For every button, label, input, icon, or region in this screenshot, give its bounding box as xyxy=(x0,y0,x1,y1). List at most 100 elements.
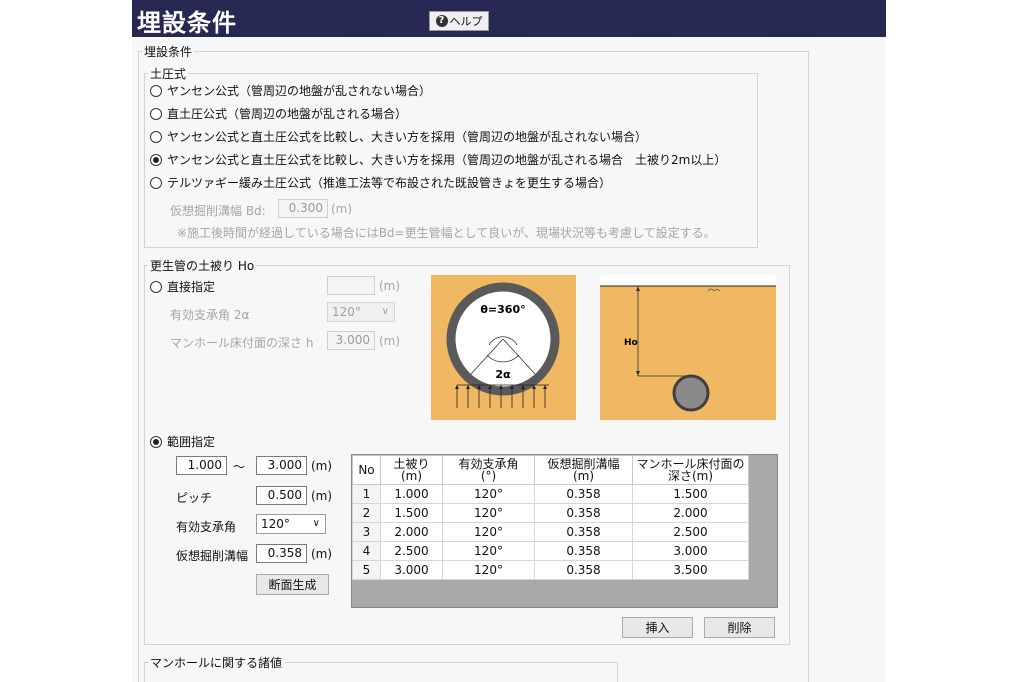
range-angle-select[interactable]: 120° ∨ xyxy=(256,514,326,534)
earth-pressure-option-label: ヤンセン公式と直土圧公式を比較し、大きい方を採用（管周辺の地盤が乱されない場合） xyxy=(167,130,648,144)
table-cell[interactable]: 1.000 xyxy=(380,484,443,504)
table-cell[interactable]: 0.358 xyxy=(534,522,633,542)
table-row[interactable]: 2 1.500 120° 0.358 2.000 xyxy=(352,503,749,523)
pitch-input[interactable]: 0.500 xyxy=(256,486,307,505)
bd-unit: (m) xyxy=(331,202,353,216)
row-number: 5 xyxy=(352,560,381,580)
table-cell[interactable]: 120° xyxy=(442,560,535,580)
table-cell[interactable]: 2.000 xyxy=(380,522,443,542)
pitch-unit: (m) xyxy=(311,489,333,503)
earth-pressure-option-5[interactable]: テルツァギー緩み土圧公式（推進工法等で布設された既設管きょを更生する場合） xyxy=(150,174,611,191)
angle-select-value: 120° xyxy=(332,305,361,319)
range-radio[interactable]: 範囲指定 xyxy=(150,433,215,450)
earth-pressure-option-label: 直土圧公式（管周辺の地盤が乱される場合） xyxy=(167,107,408,121)
radio-circle[interactable] xyxy=(150,84,162,97)
ho-label: Ho xyxy=(624,338,638,348)
table-row[interactable]: 1 1.000 120° 0.358 1.500 xyxy=(352,484,749,504)
pitch-label: ピッチ xyxy=(176,491,213,505)
table-cell[interactable]: 3.500 xyxy=(632,560,749,580)
conditions-legend: 埋設条件 xyxy=(144,45,193,59)
earth-pressure-option-2[interactable]: 直土圧公式（管周辺の地盤が乱される場合） xyxy=(150,105,407,122)
trench-unit: (m) xyxy=(311,547,333,561)
column-header: 仮想掘削溝幅 (m) xyxy=(534,455,633,485)
column-header: 有効支承角 (°) xyxy=(442,455,535,485)
table-cell[interactable]: 120° xyxy=(442,484,535,504)
range-to-input[interactable]: 3.000 xyxy=(256,456,307,475)
cover-legend: 更生管の土被り Ho xyxy=(150,259,255,273)
direct-radio[interactable]: 直接指定 xyxy=(150,278,215,295)
earth-pressure-option-label: テルツァギー緩み土圧公式（推進工法等で布設された既設管きょを更生する場合） xyxy=(167,176,612,190)
angle-label: 有効支承角 2α xyxy=(170,308,250,322)
chevron-down-icon: ∨ xyxy=(312,518,320,529)
earth-pressure-option-4[interactable]: ヤンセン公式と直土圧公式を比較し、大きい方を採用（管周辺の地盤が乱される場合 土… xyxy=(150,151,726,168)
range-separator: ～ xyxy=(233,460,246,474)
column-header: No xyxy=(352,455,381,485)
table-cell[interactable]: 0.358 xyxy=(534,484,633,504)
radio-circle[interactable] xyxy=(150,107,162,120)
table-row[interactable]: 3 2.000 120° 0.358 2.500 xyxy=(352,522,749,542)
table-cell[interactable]: 1.500 xyxy=(632,484,749,504)
column-header: 土被り (m) xyxy=(380,455,443,485)
radio-circle[interactable] xyxy=(150,176,162,189)
earth-pressure-option-label: ヤンセン公式（管周辺の地盤が乱されない場合） xyxy=(167,84,432,98)
range-label: 範囲指定 xyxy=(167,435,216,449)
app-window: 埋設条件 ? ヘルプ 埋設条件 土圧式 ヤンセン公式（管周辺の地盤が乱されない場… xyxy=(132,0,886,682)
insert-button[interactable]: 挿入 xyxy=(622,617,693,638)
table-cell[interactable]: 120° xyxy=(442,522,535,542)
depth-input[interactable]: 3.000 xyxy=(327,331,375,350)
help-label: ヘルプ xyxy=(449,15,483,28)
direct-label: 直接指定 xyxy=(167,280,216,294)
row-number: 3 xyxy=(352,522,381,542)
trench-input[interactable]: 0.358 xyxy=(256,544,307,563)
range-angle-label: 有効支承角 xyxy=(176,520,237,534)
help-button[interactable]: ? ヘルプ xyxy=(429,11,489,31)
trench-label: 仮想掘削溝幅 xyxy=(176,549,249,563)
depth-unit: (m) xyxy=(379,334,401,348)
row-number: 2 xyxy=(352,503,381,523)
row-number: 4 xyxy=(352,541,381,561)
table-cell[interactable]: 0.358 xyxy=(534,541,633,561)
table-row[interactable]: 5 3.000 120° 0.358 3.500 xyxy=(352,560,749,580)
earth-pressure-option-3[interactable]: ヤンセン公式と直土圧公式を比較し、大きい方を採用（管周辺の地盤が乱されない場合） xyxy=(150,128,647,145)
angle-select[interactable]: 120° ∨ xyxy=(327,302,395,322)
manhole-legend: マンホールに関する諸値 xyxy=(150,656,283,670)
radio-circle[interactable] xyxy=(150,130,162,143)
direct-unit: (m) xyxy=(379,279,401,293)
bd-input[interactable]: 0.300 xyxy=(278,199,328,218)
range-angle-value: 120° xyxy=(261,517,290,531)
column-header: マンホール床付面の 深さ(m) xyxy=(632,455,749,485)
generate-section-button[interactable]: 断面生成 xyxy=(256,574,329,595)
range-radio-circle[interactable] xyxy=(150,435,162,448)
alpha-label: 2α xyxy=(495,368,511,381)
theta-label: θ=360° xyxy=(480,303,525,316)
direct-input[interactable] xyxy=(327,276,375,295)
table-cell[interactable]: 2.500 xyxy=(380,541,443,561)
range-from-input[interactable]: 1.000 xyxy=(176,456,227,475)
cover-depth-diagram: Ho xyxy=(600,275,776,420)
results-table: No 土被り (m) 有効支承角 (°) 仮想掘削溝幅 (m) マンホール床付面の 深さ(m) … xyxy=(352,455,749,580)
chevron-down-icon: ∨ xyxy=(381,306,389,317)
delete-button[interactable]: 削除 xyxy=(704,617,775,638)
table-cell[interactable]: 3.000 xyxy=(380,560,443,580)
radio-circle[interactable] xyxy=(150,153,162,166)
pipe-cross-section-diagram: θ=360° 2α xyxy=(431,275,576,420)
bd-label: 仮想掘削溝幅 Bd: xyxy=(170,204,266,218)
earth-pressure-option-1[interactable]: ヤンセン公式（管周辺の地盤が乱されない場合） xyxy=(150,82,431,99)
table-cell[interactable]: 1.500 xyxy=(380,503,443,523)
manhole-group: マンホールに関する諸値 xyxy=(144,654,618,682)
results-grid: No 土被り (m) 有効支承角 (°) 仮想掘削溝幅 (m) マンホール床付面の 深さ(m) … xyxy=(351,454,778,608)
title-bar: 埋設条件 ? ヘルプ xyxy=(132,0,886,37)
table-row[interactable]: 4 2.500 120° 0.358 3.000 xyxy=(352,541,749,561)
table-cell[interactable]: 2.000 xyxy=(632,503,749,523)
question-icon: ? xyxy=(435,15,448,27)
direct-radio-circle[interactable] xyxy=(150,280,162,293)
table-cell[interactable]: 3.000 xyxy=(632,541,749,561)
table-cell[interactable]: 0.358 xyxy=(534,560,633,580)
table-cell[interactable]: 0.358 xyxy=(534,503,633,523)
table-cell[interactable]: 2.500 xyxy=(632,522,749,542)
table-cell[interactable]: 120° xyxy=(442,503,535,523)
table-cell[interactable]: 120° xyxy=(442,541,535,561)
range-unit: (m) xyxy=(311,459,333,473)
earth-pressure-option-label: ヤンセン公式と直土圧公式を比較し、大きい方を採用（管周辺の地盤が乱される場合 土… xyxy=(167,153,727,167)
row-number: 1 xyxy=(352,484,381,504)
